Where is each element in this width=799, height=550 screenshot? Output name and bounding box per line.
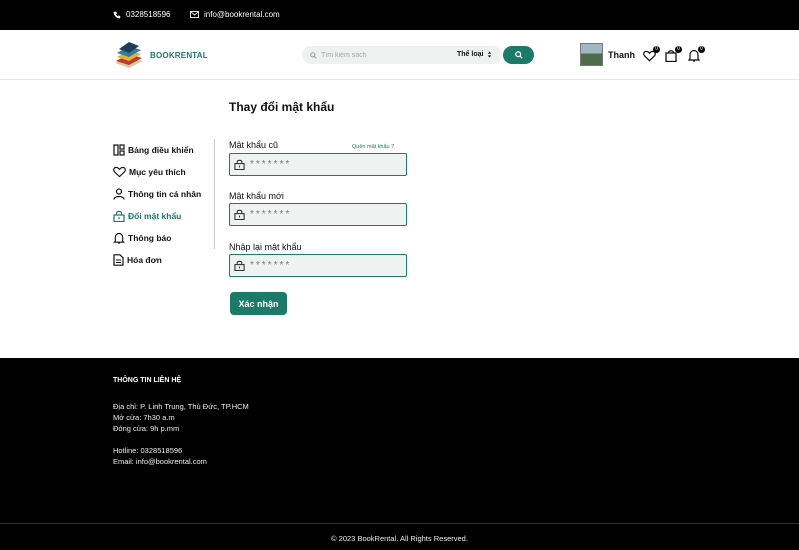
wishlist-count-badge: 0 <box>653 46 660 53</box>
dashboard-icon <box>113 144 125 156</box>
sort-arrows-icon <box>488 51 492 58</box>
sidebar-item-label: Thông báo <box>128 233 172 243</box>
sidebar-item-dashboard[interactable]: Bảng điều khiển <box>113 139 214 161</box>
email-contact[interactable]: info@bookrental.com <box>190 10 280 19</box>
category-select[interactable]: Thể loại <box>457 51 492 58</box>
username: Thanh <box>608 49 635 60</box>
confirm-password-label: Nhập lại mật khẩu <box>229 242 302 252</box>
new-password-label: Mật khẩu mới <box>229 191 284 201</box>
sidebar-item-invoices[interactable]: Hóa đơn <box>113 249 214 271</box>
avatar <box>580 43 603 66</box>
forgot-password-link[interactable]: Quên mật khẩu ? <box>352 144 394 150</box>
logo[interactable]: BOOKRENTAL <box>113 41 208 69</box>
page-title: Thay đổi mật khẩu <box>229 100 335 114</box>
logo-text: BOOKRENTAL <box>150 50 208 60</box>
search-input[interactable] <box>321 51 441 59</box>
footer-divider <box>0 523 799 524</box>
sidebar-item-profile[interactable]: Thông tin cá nhân <box>113 183 214 205</box>
footer-hotline: Hotline: 0328518596 <box>113 446 183 455</box>
copyright-text: © 2023 BookRental. All Rights Reserved. <box>331 534 468 543</box>
account-sidebar: Bảng điều khiển Mục yêu thích Thông tin … <box>113 139 215 266</box>
submit-button[interactable]: Xác nhận <box>230 292 287 315</box>
new-password-field <box>229 203 407 226</box>
sidebar-item-label: Hóa đơn <box>127 255 162 265</box>
lock-icon <box>234 209 245 220</box>
sidebar-item-label: Mục yêu thích <box>129 167 186 177</box>
user-menu[interactable]: Thanh <box>580 43 635 66</box>
cart-count-badge: 0 <box>675 46 682 53</box>
category-label: Thể loại <box>457 51 484 58</box>
old-password-field <box>229 153 407 176</box>
top-bar: 0328518596 info@bookrental.com <box>0 0 799 30</box>
phone-contact[interactable]: 0328518596 <box>113 10 171 19</box>
confirm-password-field <box>229 254 407 277</box>
phone-number: 0328518596 <box>126 10 171 19</box>
confirm-password-input[interactable] <box>250 260 390 271</box>
cart-button[interactable]: 0 <box>665 46 682 63</box>
invoice-icon <box>113 254 124 266</box>
lock-icon <box>113 210 125 222</box>
heart-icon <box>113 166 126 178</box>
sidebar-item-change-password[interactable]: Đổi mật khẩu <box>113 205 214 227</box>
sidebar-item-label: Đổi mật khẩu <box>128 211 182 221</box>
footer-close-hours: Đóng cửa: 9h p.mm <box>113 424 180 433</box>
email-address: info@bookrental.com <box>204 10 280 19</box>
notification-count-badge: 0 <box>698 46 705 53</box>
sidebar-item-label: Bảng điều khiển <box>128 145 194 155</box>
old-password-input[interactable] <box>250 159 390 170</box>
sidebar-item-notifications[interactable]: Thông báo <box>113 227 214 249</box>
header: BOOKRENTAL Thể loại Thanh 0 0 0 <box>0 30 799 80</box>
search-icon <box>514 51 523 59</box>
lock-icon <box>234 260 245 271</box>
search-icon <box>310 51 317 59</box>
footer-title: THÔNG TIN LIÊN HỆ <box>113 377 182 384</box>
footer: THÔNG TIN LIÊN HỆ Địa chỉ: P. Linh Trung… <box>0 358 799 550</box>
search-button[interactable] <box>503 46 534 64</box>
phone-icon <box>113 11 121 18</box>
footer-address: Địa chỉ: P. Linh Trung, Thủ Đức, TP.HCM <box>113 402 249 411</box>
footer-email: Email: info@bookrental.com <box>113 457 207 466</box>
new-password-input[interactable] <box>250 209 390 220</box>
lock-icon <box>234 159 245 170</box>
footer-open-hours: Mở cửa: 7h30 a.m <box>113 413 175 422</box>
old-password-label: Mật khẩu cũ <box>229 140 279 150</box>
notification-button[interactable]: 0 <box>687 46 705 63</box>
mail-icon <box>190 11 199 18</box>
wishlist-button[interactable]: 0 <box>643 46 660 63</box>
sidebar-item-label: Thông tin cá nhân <box>128 189 202 199</box>
books-logo-icon <box>115 42 143 68</box>
bell-icon <box>113 232 125 244</box>
sidebar-item-favorites[interactable]: Mục yêu thích <box>113 161 214 183</box>
user-icon <box>113 188 125 200</box>
